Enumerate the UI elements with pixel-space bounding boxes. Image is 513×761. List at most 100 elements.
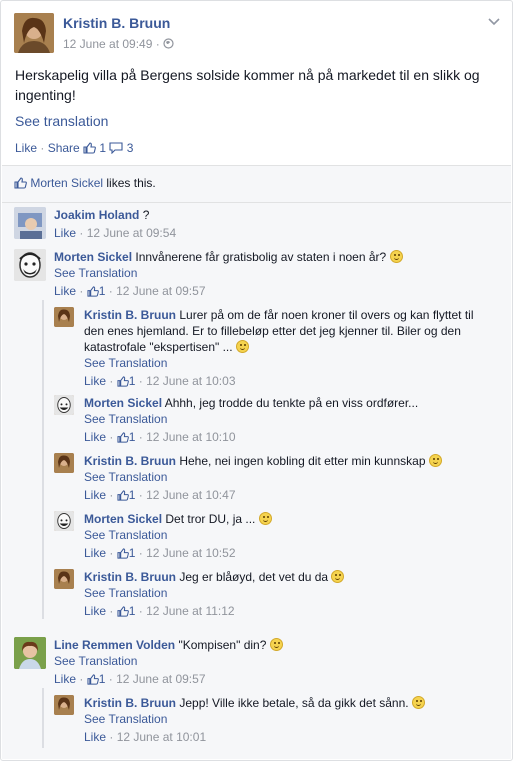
comments-section: Morten Sickel likes this. Joakim Holand … <box>2 165 511 759</box>
thumbs-up-icon[interactable] <box>83 142 96 157</box>
smiley-icon <box>411 696 425 709</box>
reply-thread-line <box>42 300 44 619</box>
commenter-name[interactable]: Morten Sickel <box>54 250 132 264</box>
commenter-avatar[interactable] <box>14 207 46 239</box>
commenter-name[interactable]: Line Remmen Volden <box>54 638 175 652</box>
chevron-down-icon[interactable] <box>488 15 500 29</box>
liker-name[interactable]: Morten Sickel <box>30 176 103 190</box>
comment-like-count[interactable]: 1 <box>117 604 135 618</box>
commenter-avatar[interactable] <box>14 637 46 669</box>
commenter-avatar[interactable] <box>54 569 74 589</box>
comment-text: ? <box>142 208 150 222</box>
commenter-avatar[interactable] <box>54 453 74 473</box>
meta-separator: · <box>155 37 160 51</box>
commenter-name[interactable]: Kristin B. Bruun <box>84 696 176 710</box>
comment-like-count[interactable]: 1 <box>87 672 105 686</box>
commenter-avatar[interactable] <box>54 307 74 327</box>
smiley-icon <box>235 340 249 353</box>
comment-timestamp[interactable]: 12 June at 10:10 <box>146 430 235 444</box>
separator: · <box>79 672 84 686</box>
see-translation-link[interactable]: See Translation <box>54 653 283 669</box>
commenter-avatar[interactable] <box>14 249 46 281</box>
post-header: Kristin B. Bruun 12 June at 09:49 · <box>14 13 500 55</box>
post-text: Herskapelig villa på Bergens solside kom… <box>15 67 480 103</box>
comment-text: Hehe, nei ingen kobling dit etter min ku… <box>179 454 426 468</box>
commenter-name[interactable]: Morten Sickel <box>84 396 162 410</box>
comment-like-button[interactable]: Like <box>54 284 76 298</box>
comment-timestamp[interactable]: 12 June at 10:52 <box>146 546 235 560</box>
globe-icon <box>163 37 174 51</box>
separator: · <box>79 226 84 240</box>
thumbs-up-icon <box>14 177 27 192</box>
comment-like-button[interactable]: Like <box>84 546 106 560</box>
commenter-avatar[interactable] <box>54 695 74 715</box>
like-button[interactable]: Like <box>15 141 37 155</box>
comment-like-button[interactable]: Like <box>84 604 106 618</box>
comment-timestamp[interactable]: 12 June at 10:01 <box>117 730 206 744</box>
comment-icon[interactable] <box>109 142 124 157</box>
commenter-avatar[interactable] <box>54 395 74 415</box>
comment-like-button[interactable]: Like <box>84 430 106 444</box>
comment-text: "Kompisen" din? <box>178 638 267 652</box>
see-translation-link[interactable]: See Translation <box>84 469 494 485</box>
smiley-icon <box>258 512 272 525</box>
comment-timestamp[interactable]: 12 June at 09:54 <box>87 226 176 240</box>
commenter-name[interactable]: Kristin B. Bruun <box>84 308 176 322</box>
commenter-name[interactable]: Kristin B. Bruun <box>84 570 176 584</box>
comment-timestamp[interactable]: 12 June at 10:03 <box>146 374 235 388</box>
separator: · <box>109 604 114 618</box>
see-translation-link[interactable]: See Translation <box>84 355 494 371</box>
comment-text: Jeg er blåøyd, det vet du da <box>179 570 329 584</box>
comment-like-count[interactable]: 1 <box>117 546 135 560</box>
see-translation-link[interactable]: See Translation <box>84 585 494 601</box>
smiley-icon <box>428 454 442 467</box>
comment-timestamp[interactable]: 12 June at 09:57 <box>116 672 205 686</box>
see-translation-link[interactable]: See Translation <box>84 411 494 427</box>
commenter-avatar[interactable] <box>54 511 74 531</box>
separator: · <box>109 546 114 560</box>
separator: · <box>109 430 114 444</box>
comment-like-button[interactable]: Like <box>84 730 106 744</box>
comment-like-count[interactable]: 1 <box>117 430 135 444</box>
comment-like-button[interactable]: Like <box>84 374 106 388</box>
reply-thread-line <box>42 688 44 748</box>
commenter-name[interactable]: Joakim Holand <box>54 208 139 222</box>
comment-text: Det tror DU, ja ... <box>165 512 256 526</box>
separator: · <box>138 488 143 502</box>
separator: · <box>109 374 114 388</box>
separator: · <box>108 672 113 686</box>
separator: · <box>79 284 84 298</box>
author-name[interactable]: Kristin B. Bruun <box>63 15 170 31</box>
like-count[interactable]: 1 <box>99 141 106 155</box>
see-translation-link[interactable]: See Translation <box>84 711 494 727</box>
post-actions: Like · Share 1 3 <box>15 141 133 157</box>
see-translation-link[interactable]: See translation <box>15 113 108 129</box>
likes-row: Morten Sickel likes this. <box>2 176 511 203</box>
see-translation-link[interactable]: See Translation <box>54 265 403 281</box>
see-translation-link[interactable]: See Translation <box>84 527 494 543</box>
wink-icon <box>269 638 283 651</box>
comment-count[interactable]: 3 <box>127 141 134 155</box>
smiley-icon <box>389 250 403 263</box>
share-button[interactable]: Share <box>48 141 80 155</box>
author-avatar[interactable] <box>14 13 54 53</box>
comment-timestamp[interactable]: 12 June at 11:12 <box>146 604 235 618</box>
commenter-name[interactable]: Morten Sickel <box>84 512 162 526</box>
comment-timestamp[interactable]: 12 June at 10:47 <box>146 488 235 502</box>
post-timestamp[interactable]: 12 June at 09:49 <box>63 37 152 51</box>
divider <box>2 202 511 203</box>
comment-like-button[interactable]: Like <box>54 672 76 686</box>
action-separator: · <box>40 141 45 155</box>
comment-like-button[interactable]: Like <box>84 488 106 502</box>
separator: · <box>109 730 114 744</box>
separator: · <box>138 430 143 444</box>
separator: · <box>138 546 143 560</box>
commenter-name[interactable]: Kristin B. Bruun <box>84 454 176 468</box>
comment-like-count[interactable]: 1 <box>87 284 105 298</box>
comment-timestamp[interactable]: 12 June at 09:57 <box>116 284 205 298</box>
comment-like-button[interactable]: Like <box>54 226 76 240</box>
comment-like-count[interactable]: 1 <box>117 374 135 388</box>
separator: · <box>138 604 143 618</box>
comment-like-count[interactable]: 1 <box>117 488 135 502</box>
comment-text: Ahhh, jeg trodde du tenkte på en viss or… <box>164 396 419 410</box>
